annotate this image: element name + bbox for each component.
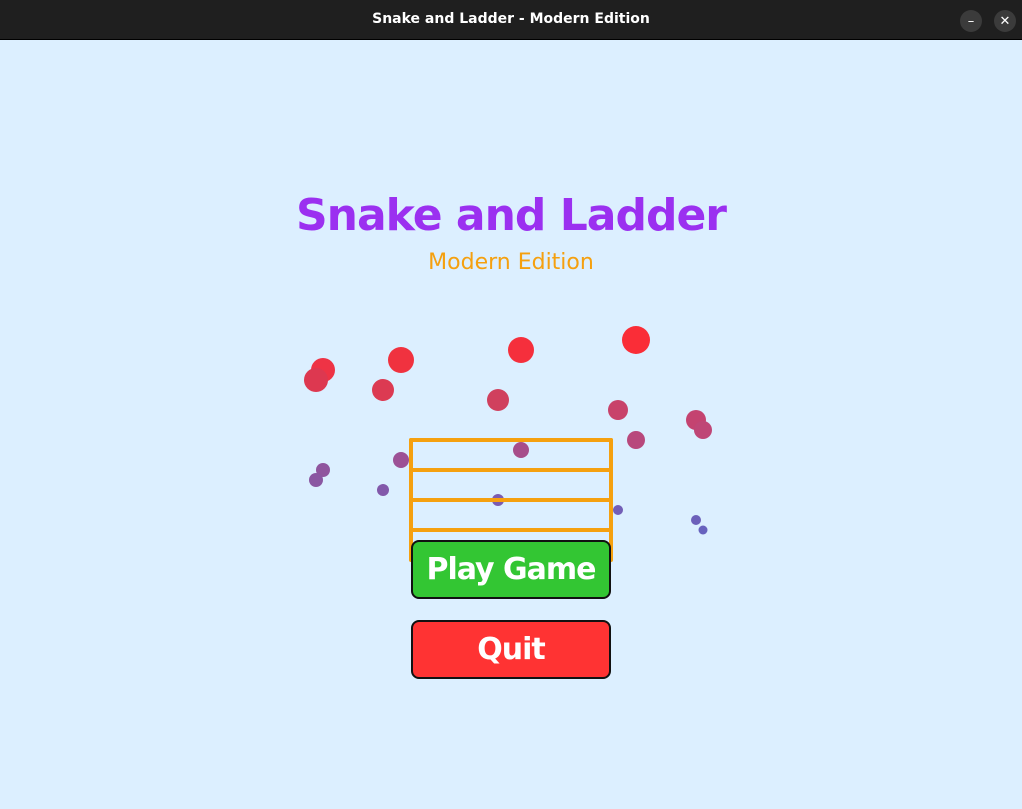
window-title: Snake and Ladder - Modern Edition <box>372 11 650 27</box>
snake-dot <box>372 379 394 401</box>
snake-dot <box>508 337 534 363</box>
snake-dot <box>388 347 414 373</box>
close-button[interactable]: ✕ <box>994 10 1016 32</box>
snake-dot-cluster <box>304 326 712 535</box>
minimize-button[interactable]: – <box>960 10 982 32</box>
close-icon: ✕ <box>999 13 1011 29</box>
snake-dot <box>487 389 509 411</box>
snake-dot <box>691 515 701 525</box>
snake-dot <box>627 431 645 449</box>
play-game-button[interactable]: Play Game <box>411 540 611 599</box>
window-titlebar: Snake and Ladder - Modern Edition – ✕ <box>0 0 1022 40</box>
snake-dot <box>377 484 389 496</box>
snake-dot <box>694 421 712 439</box>
snake-dot <box>513 442 529 458</box>
menu-decoration <box>304 326 712 562</box>
quit-button[interactable]: Quit <box>411 620 611 679</box>
game-subtitle: Modern Edition <box>428 250 594 275</box>
game-title: Snake and Ladder <box>295 190 727 241</box>
snake-dot <box>698 525 708 535</box>
snake-dot <box>608 400 628 420</box>
snake-dot <box>304 368 328 392</box>
snake-dot <box>393 452 409 468</box>
minimize-icon: – <box>967 13 975 29</box>
snake-dot <box>309 473 323 487</box>
game-canvas: Snake and Ladder Modern Edition Play Gam… <box>0 40 1022 809</box>
snake-dot <box>613 505 623 515</box>
snake-dot <box>622 326 650 354</box>
